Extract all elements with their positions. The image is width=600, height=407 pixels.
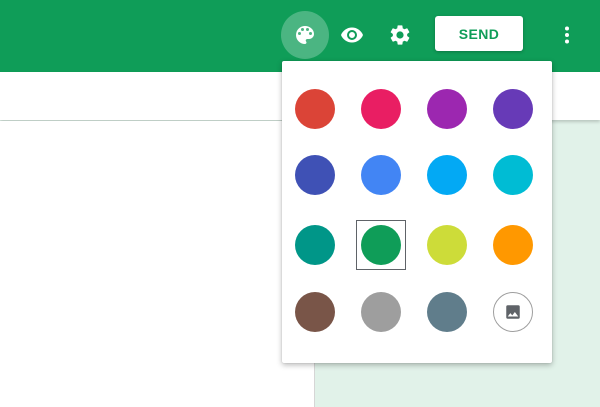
form-canvas <box>0 121 315 407</box>
color-swatch-purple[interactable] <box>427 89 467 129</box>
color-swatch-grey[interactable] <box>361 292 401 332</box>
palette-icon <box>296 26 314 44</box>
color-swatch-red[interactable] <box>295 89 335 129</box>
eye-icon <box>341 27 363 43</box>
theme-color-picker <box>282 61 552 363</box>
custom-image-swatch[interactable] <box>493 292 533 332</box>
color-swatch-blue[interactable] <box>361 155 401 195</box>
color-swatch-blue-grey[interactable] <box>427 292 467 332</box>
preview-button[interactable] <box>328 11 376 59</box>
more-options-button[interactable] <box>543 11 591 59</box>
image-icon <box>506 305 520 319</box>
color-swatch-pink[interactable] <box>361 89 401 129</box>
color-swatch-cyan[interactable] <box>493 155 533 195</box>
send-button[interactable]: SEND <box>435 16 523 51</box>
color-swatch-lime[interactable] <box>427 225 467 265</box>
color-swatch-indigo[interactable] <box>295 155 335 195</box>
color-swatch-deep-purple[interactable] <box>493 89 533 129</box>
color-swatch-light-blue[interactable] <box>427 155 467 195</box>
color-swatch-teal[interactable] <box>295 225 335 265</box>
palette-button[interactable] <box>281 11 329 59</box>
more-vert-icon <box>565 26 569 44</box>
color-swatch-brown[interactable] <box>295 292 335 332</box>
settings-button[interactable] <box>376 11 424 59</box>
color-swatch-orange[interactable] <box>493 225 533 265</box>
gear-icon <box>390 25 410 45</box>
color-swatch-green[interactable] <box>361 225 401 265</box>
